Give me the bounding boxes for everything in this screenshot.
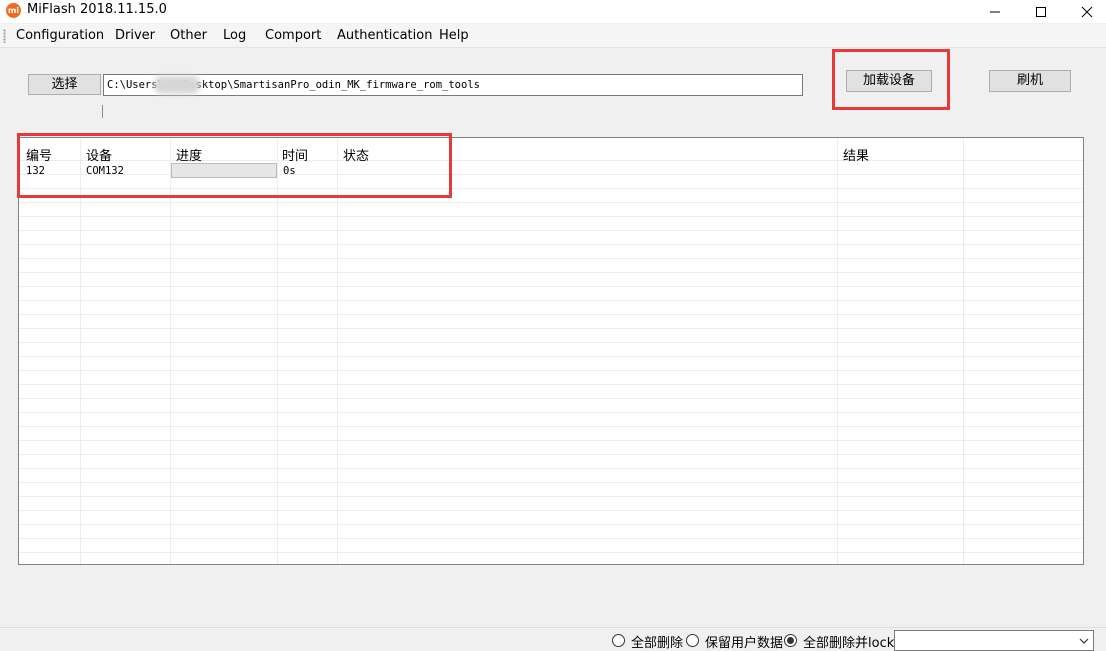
column-header-time[interactable]: 时间 [282,145,308,164]
menu-driver[interactable]: Driver [115,28,155,43]
close-button[interactable] [1064,0,1106,23]
radio-clean-all-label[interactable]: 全部删除 [631,632,683,651]
chevron-down-icon [1079,638,1089,644]
mi-logo-icon: mi [6,3,21,18]
menu-log[interactable]: Log [223,28,246,43]
column-header-id[interactable]: 编号 [26,145,52,164]
status-bar: 全部删除 保留用户数据 全部删除并lock [0,627,1106,651]
title-bar: mi MiFlash 2018.11.15.0 [0,0,1106,23]
redacted-username [154,76,200,94]
cell-time: 0s [283,165,296,177]
menu-other[interactable]: Other [170,28,207,43]
menu-grip-icon[interactable] [3,29,6,43]
flash-button[interactable]: 刷机 [989,70,1071,92]
column-header-status[interactable]: 状态 [343,145,369,164]
column-header-progress[interactable]: 进度 [176,145,202,164]
load-device-button[interactable]: 加载设备 [846,70,932,92]
menu-configuration[interactable]: Configuration [16,28,104,43]
menu-bar: Configuration Driver Other Log Comport A… [0,24,1106,48]
radio-save-user-data-label[interactable]: 保留用户数据 [705,632,783,651]
menu-help[interactable]: Help [439,28,469,43]
menu-comport[interactable]: Comport [265,28,321,43]
radio-clean-all[interactable] [612,634,625,647]
device-grid[interactable]: 编号 设备 进度 时间 状态 结果 132 COM132 0s [18,137,1084,565]
window-title: MiFlash 2018.11.15.0 [27,2,167,17]
column-header-device[interactable]: 设备 [86,145,112,164]
script-select[interactable] [894,630,1094,651]
maximize-button[interactable] [1018,0,1064,23]
minimize-icon [990,11,1000,13]
cell-device: COM132 [86,165,124,177]
progress-bar [171,163,277,178]
grid-lines [19,138,1083,564]
minimize-button[interactable] [972,0,1018,23]
rom-path-input[interactable]: C:\Users\ n\Desktop\SmartisanPro_odin_MK… [103,74,803,96]
close-icon [1081,6,1093,18]
radio-save-user-data[interactable] [686,634,699,647]
column-header-result[interactable]: 结果 [843,145,869,164]
radio-clean-all-and-lock[interactable] [784,634,797,647]
maximize-icon [1036,7,1046,17]
cell-id: 132 [26,165,45,177]
select-button[interactable]: 选择 [28,74,101,95]
menu-authentication[interactable]: Authentication [337,28,432,43]
splitter-caret [102,105,103,118]
radio-clean-all-and-lock-label[interactable]: 全部删除并lock [803,632,894,651]
